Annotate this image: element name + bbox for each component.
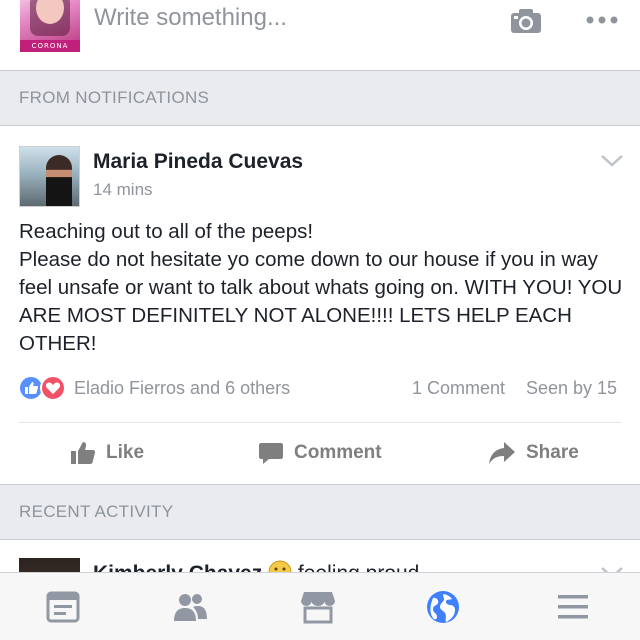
avatar-person	[46, 155, 72, 206]
comment-label: Comment	[294, 442, 382, 463]
camera-icon[interactable]	[510, 8, 542, 34]
composer: CORONA Write something...	[0, 0, 640, 70]
comment-button[interactable]: Comment	[258, 436, 382, 470]
menu-icon[interactable]	[555, 589, 591, 625]
user-avatar[interactable]: CORONA	[20, 0, 80, 52]
comment-count[interactable]: 1 Comment	[412, 378, 505, 399]
thumbs-up-icon	[71, 442, 96, 464]
section-title: RECENT ACTIVITY	[19, 502, 174, 521]
reaction-icons[interactable]	[18, 375, 68, 403]
friends-icon[interactable]	[172, 589, 208, 625]
reaction-summary[interactable]: Eladio Fierros and 6 others	[74, 378, 290, 399]
post-timestamp[interactable]: 14 mins	[93, 180, 153, 200]
share-label: Share	[526, 442, 579, 463]
chevron-down-icon[interactable]	[600, 152, 624, 170]
marketplace-icon[interactable]	[300, 589, 336, 625]
composer-input[interactable]: Write something...	[94, 4, 287, 32]
post-body: Reaching out to all of the peeps! Please…	[19, 220, 623, 355]
share-arrow-icon	[489, 442, 515, 464]
section-header-notifications: FROM NOTIFICATIONS	[0, 70, 640, 126]
news-feed-icon[interactable]	[45, 589, 81, 625]
divider	[19, 422, 621, 423]
more-icon[interactable]	[585, 8, 619, 32]
love-reaction-icon	[40, 375, 66, 401]
like-label: Like	[106, 442, 145, 463]
author-avatar[interactable]	[19, 146, 80, 207]
feed-post: Maria Pineda Cuevas 14 mins Reaching out…	[0, 126, 640, 484]
tab-bar	[0, 572, 640, 640]
comment-bubble-icon	[259, 443, 283, 464]
like-button[interactable]: Like	[70, 436, 144, 470]
share-button[interactable]: Share	[488, 436, 579, 470]
section-header-recent: RECENT ACTIVITY	[0, 484, 640, 540]
avatar-brand-label: CORONA	[20, 40, 80, 52]
seen-count[interactable]: Seen by 15	[526, 378, 617, 399]
post-author[interactable]: Maria Pineda Cuevas	[93, 150, 303, 174]
notifications-globe-icon[interactable]	[425, 589, 461, 625]
section-title: FROM NOTIFICATIONS	[19, 88, 210, 107]
